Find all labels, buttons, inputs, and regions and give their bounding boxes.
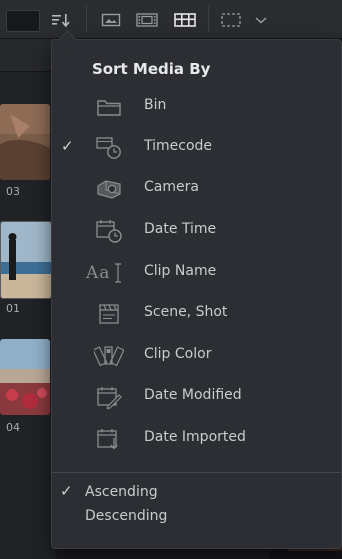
sort-option-label: Date Time bbox=[144, 221, 217, 237]
camera-icon bbox=[92, 176, 126, 202]
sort-order-ascending[interactable]: ✓ Ascending bbox=[52, 481, 341, 503]
thumbnail-view-icon bbox=[101, 13, 121, 27]
sort-option-timecode[interactable]: ✓ Timecode bbox=[52, 127, 341, 167]
sort-option-scene-shot[interactable]: Scene, Shot bbox=[52, 293, 341, 333]
calendar-edit-icon bbox=[92, 384, 126, 410]
sort-option-label: Date Imported bbox=[144, 429, 246, 445]
sort-order-label: Ascending bbox=[85, 484, 158, 500]
sort-option-clip-name[interactable]: Aa Clip Name bbox=[52, 252, 341, 292]
filmstrip-view-icon bbox=[136, 13, 158, 27]
menu-divider bbox=[52, 472, 341, 473]
sort-icon bbox=[52, 14, 70, 28]
clip-thumbnail-panel: 03 01 04 bbox=[0, 39, 56, 559]
clip-thumbnail-image bbox=[0, 339, 50, 415]
text-cursor-icon: Aa bbox=[86, 260, 132, 286]
color-swatch-icon bbox=[92, 343, 126, 369]
panel-header bbox=[0, 39, 56, 72]
chevron-down-icon bbox=[255, 17, 267, 24]
fit-frame-icon bbox=[221, 13, 241, 27]
view-options-dropdown[interactable] bbox=[252, 8, 270, 32]
menu-title: Sort Media By bbox=[92, 60, 211, 78]
viewer-size-button[interactable] bbox=[218, 8, 244, 32]
sort-option-label: Camera bbox=[144, 179, 199, 195]
list-view-button[interactable] bbox=[170, 8, 200, 32]
sort-media-menu: Sort Media By Bin ✓ Timecode Camera Date… bbox=[51, 30, 342, 549]
sort-option-label: Scene, Shot bbox=[144, 304, 228, 320]
sort-option-camera[interactable]: Camera bbox=[52, 168, 341, 208]
sort-order-label: Descending bbox=[85, 508, 168, 524]
sort-option-label: Date Modified bbox=[144, 387, 242, 403]
sort-option-label: Bin bbox=[144, 97, 167, 113]
clip-name-glyph: Aa bbox=[86, 263, 111, 283]
sort-option-bin[interactable]: Bin bbox=[52, 86, 341, 126]
sort-option-clip-color[interactable]: Clip Color bbox=[52, 335, 341, 375]
check-icon: ✓ bbox=[61, 137, 74, 155]
clip-label: 03 bbox=[6, 185, 20, 198]
sort-option-label: Clip Color bbox=[144, 346, 212, 362]
sort-button[interactable] bbox=[48, 8, 74, 32]
check-icon: ✓ bbox=[60, 482, 73, 500]
sort-option-label: Timecode bbox=[144, 138, 213, 154]
media-pool-toolbar bbox=[0, 0, 342, 39]
clip-thumbnail-image bbox=[0, 104, 50, 180]
clip-label: 01 bbox=[6, 302, 20, 315]
clip-thumbnail[interactable] bbox=[0, 339, 50, 415]
clapperboard-icon bbox=[92, 301, 126, 327]
clip-thumbnail[interactable] bbox=[0, 221, 52, 299]
thumbnail-view-button[interactable] bbox=[98, 8, 124, 32]
sort-option-date-time[interactable]: Date Time bbox=[52, 210, 341, 250]
timecode-icon bbox=[92, 135, 126, 161]
filmstrip-view-button[interactable] bbox=[133, 8, 161, 32]
clip-thumbnail[interactable] bbox=[0, 104, 50, 180]
folder-icon bbox=[92, 94, 126, 120]
search-field[interactable] bbox=[6, 10, 40, 32]
calendar-clock-icon bbox=[92, 218, 126, 244]
sort-order-descending[interactable]: Descending bbox=[52, 505, 341, 527]
sort-option-label: Clip Name bbox=[144, 263, 217, 279]
list-view-icon bbox=[174, 13, 196, 27]
clip-thumbnail-image bbox=[1, 222, 51, 298]
calendar-import-icon bbox=[92, 426, 126, 452]
clip-label: 04 bbox=[6, 421, 20, 434]
sort-option-date-modified[interactable]: Date Modified bbox=[52, 376, 341, 416]
sort-option-date-imported[interactable]: Date Imported bbox=[52, 418, 341, 458]
